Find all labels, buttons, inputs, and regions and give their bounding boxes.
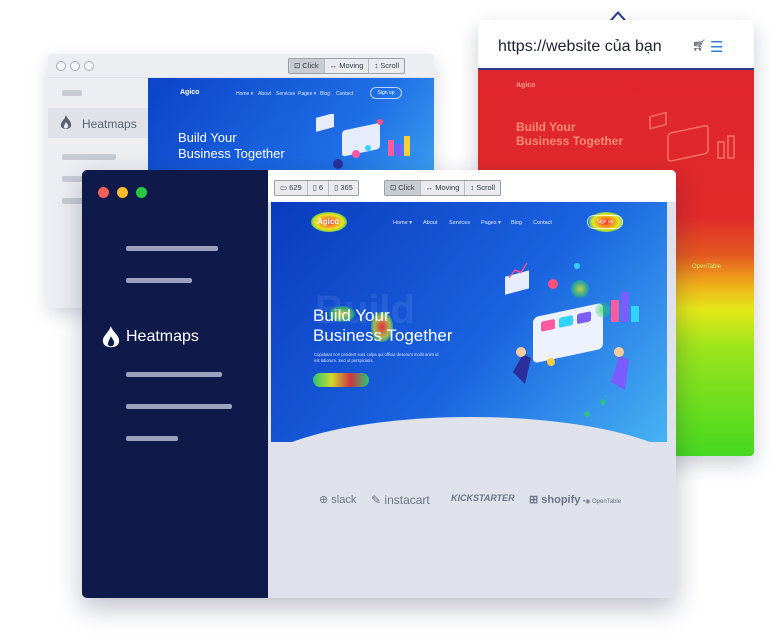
- click-label: Click: [302, 61, 319, 70]
- stat-mobile[interactable]: ▯ 365: [329, 181, 358, 195]
- partner-instacart: ✎ instacart: [371, 493, 430, 507]
- sidebar-placeholder: [126, 372, 222, 377]
- click-mode-button[interactable]: ⊡ Click: [385, 181, 421, 195]
- moving-label: Moving: [435, 183, 460, 192]
- url-text: https://website của bạn: [498, 38, 662, 55]
- carrot-icon: ✎: [371, 493, 382, 507]
- arrows-icon: ↔: [425, 183, 436, 192]
- site-logo: Agico: [180, 89, 200, 96]
- window-dot: [70, 61, 80, 71]
- nav-about[interactable]: About: [423, 220, 437, 226]
- stat-tablet[interactable]: ▯ 6: [308, 181, 330, 195]
- window-dot: [56, 61, 66, 71]
- nav-pages[interactable]: Pages ▾: [481, 220, 501, 226]
- opentable-icon: •◉: [583, 499, 591, 505]
- shopify-bag-icon: ⊞: [529, 494, 539, 506]
- scroll-mode-button[interactable]: ↕ Scroll: [465, 181, 500, 195]
- website-preview: Build Agico Home ▾ About Services Pages …: [271, 202, 667, 591]
- flame-icon: [60, 115, 72, 129]
- hero-headline: Business Together: [178, 146, 285, 161]
- click-label: Click: [398, 183, 415, 192]
- tablet-count: 6: [318, 183, 324, 192]
- window-dot: [84, 61, 94, 71]
- partner-name: instacart: [384, 493, 430, 507]
- close-window-button[interactable]: [98, 187, 109, 198]
- site-logo: Agico: [516, 82, 536, 89]
- heat-spot: [595, 302, 611, 318]
- sidebar-label: Heatmaps: [82, 117, 137, 131]
- nav-contact[interactable]: Contact: [533, 220, 552, 226]
- partner-opentable: •◉ OpenTable: [583, 498, 621, 505]
- partner-name: OpenTable: [592, 499, 622, 505]
- cart-icon[interactable]: 🛒︎: [692, 39, 706, 52]
- partner-name: shopify: [541, 494, 581, 506]
- sidebar-item-heatmaps[interactable]: Heatmaps: [126, 328, 199, 346]
- hero-headline: Build Your: [178, 130, 237, 145]
- moving-mode-button[interactable]: ↔ Moving: [325, 59, 370, 73]
- stat-desktop[interactable]: ▭ 629: [275, 181, 308, 195]
- hero-headline: Build Your: [516, 120, 576, 134]
- heat-spot: [571, 280, 589, 298]
- partner-shopify: ⊞ shopify: [529, 493, 580, 506]
- signup-button[interactable]: Sign up: [587, 215, 623, 229]
- slack-icon: ⊕: [319, 494, 329, 506]
- nav-contact[interactable]: Contact: [336, 91, 353, 97]
- site-hero: Build Agico Home ▾ About Services Pages …: [271, 202, 667, 477]
- isometric-illustration: [505, 262, 639, 417]
- partner-slack: ⊕ slack: [319, 493, 356, 506]
- hero-wave: [271, 417, 667, 477]
- nav-home[interactable]: Home ▾: [393, 220, 412, 226]
- maximize-window-button[interactable]: [136, 187, 147, 198]
- flame-icon: [102, 326, 120, 348]
- nav-pages[interactable]: Pages ▾: [298, 91, 316, 97]
- partner-kickstarter: KICKSTARTER: [451, 493, 515, 503]
- nav-home[interactable]: Home ▾: [236, 91, 253, 97]
- back-title-bar: ⊡ Click ↔ Moving ↕ Scroll: [48, 54, 434, 78]
- partner-name: slack: [331, 494, 357, 506]
- mode-controls: ⊡ Click ↔ Moving ↕ Scroll: [384, 180, 502, 196]
- moving-label: Moving: [339, 61, 364, 70]
- hero-illustration: ⊡ Click ↔ Moving ↕ Scroll Heatmaps Agico…: [0, 0, 780, 640]
- hero-subtext: Cupidatat non proident sunt culpa qui of…: [314, 352, 439, 363]
- sidebar: Heatmaps: [82, 170, 268, 598]
- sidebar-placeholder: [126, 246, 218, 251]
- nav-services[interactable]: Services: [449, 220, 470, 226]
- sidebar-placeholder: [62, 154, 116, 160]
- scroll-mode-button[interactable]: ↕ Scroll: [369, 59, 404, 73]
- heatmap-toolbar: ▭ 629 ▯ 6 ▯ 365 ⊡ Click ↔ Moving ↕ Scrol…: [268, 170, 676, 202]
- sidebar-placeholder: [126, 436, 178, 441]
- sidebar-placeholder: [126, 404, 232, 409]
- scroll-label: Scroll: [380, 61, 400, 70]
- partner-logo: OpenTable: [692, 264, 722, 270]
- sidebar-placeholder: [126, 278, 192, 283]
- scroll-label: Scroll: [476, 183, 496, 192]
- minimize-window-button[interactable]: [117, 187, 128, 198]
- mobile-count: 365: [340, 183, 353, 192]
- desktop-count: 629: [289, 183, 302, 192]
- click-mode-button[interactable]: ⊡ Click: [289, 59, 325, 73]
- site-logo[interactable]: Agico: [317, 217, 339, 226]
- arrows-icon: ↔: [329, 61, 340, 70]
- hero-headline: Business Together: [516, 134, 624, 148]
- hamburger-icon[interactable]: ☰: [710, 38, 723, 56]
- device-stats: ▭ 629 ▯ 6 ▯ 365: [274, 180, 359, 196]
- moving-mode-button[interactable]: ↔ Moving: [421, 181, 466, 195]
- nav-about[interactable]: About: [258, 91, 271, 97]
- hero-headline: Business Together: [313, 326, 453, 345]
- cta-button-heat[interactable]: [313, 373, 369, 387]
- hero-headline: Build Your: [313, 306, 390, 325]
- sidebar-placeholder: [62, 90, 82, 96]
- nav-blog[interactable]: Blog: [320, 91, 330, 97]
- back-mode-controls: ⊡ Click ↔ Moving ↕ Scroll: [288, 58, 406, 74]
- main-app-window: Heatmaps ▭ 629 ▯ 6 ▯ 365 ⊡ Click ↔ Movin…: [82, 170, 676, 598]
- nav-services[interactable]: Services: [276, 91, 295, 97]
- monitor-icon: ▭: [280, 183, 290, 192]
- address-bar[interactable]: https://website của bạn 🛒︎ ☰: [478, 20, 754, 70]
- nav-blog[interactable]: Blog: [511, 220, 522, 226]
- signup-button[interactable]: Sign up: [370, 87, 402, 99]
